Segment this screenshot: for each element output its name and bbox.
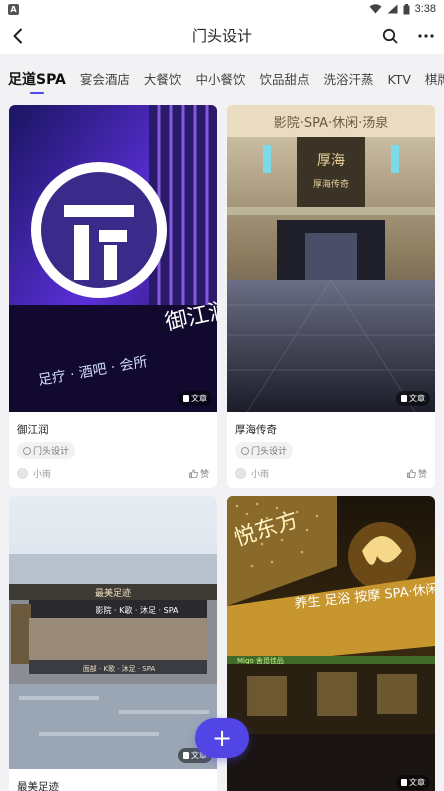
banner-lower-text: 面部 · K歌 · 沐足 · SPA — [83, 664, 156, 673]
design-card[interactable]: 最美足迹 影院 · K歌 · 沐足 · SPA 面部 · K歌 · 沐足 · S… — [9, 496, 217, 791]
wifi-icon — [369, 4, 382, 14]
document-icon — [401, 395, 407, 402]
battery-icon — [403, 3, 410, 14]
chevron-left-icon — [13, 28, 22, 44]
logo-name: 厚海传奇 — [313, 178, 349, 190]
more-dots-icon — [418, 34, 434, 38]
tab-banquet-hotel[interactable]: 宴会酒店 — [80, 60, 130, 100]
banner-text: 影院 · K歌 · 沐足 · SPA — [96, 605, 180, 615]
signal-icon — [387, 4, 398, 14]
author-name[interactable]: 小雨 — [251, 467, 269, 480]
card-title: 御江润 — [17, 424, 49, 436]
clock: 3:38 — [414, 3, 436, 15]
sign-text: 最美足迹 — [95, 587, 131, 599]
like-button[interactable]: 赞 — [407, 467, 427, 480]
card-image: 悦东方 养生 足浴 按摩 SPA·休闲 Migo 舍觅佳品 文章 — [227, 496, 435, 791]
storefront-image: 御江润 足疗 · 酒吧 · 会所 — [9, 105, 217, 412]
avatar[interactable] — [235, 468, 246, 479]
tag-chip[interactable]: 门头设计 — [17, 442, 76, 459]
tag-icon — [23, 446, 31, 455]
card-image: 影院·SPA·休闲·汤泉 厚海 厚海传奇 文章 — [227, 105, 435, 412]
status-bar: A 3:38 — [0, 0, 444, 18]
category-tabs: 足道SPA 宴会酒店 大餐饮 中小餐饮 饮品甜点 洗浴汗蒸 KTV 棋牌 台球 — [0, 60, 444, 100]
shop-text: Migo 舍觅佳品 — [237, 656, 284, 665]
app-bar: 门头设计 — [0, 18, 444, 54]
tab-bath-sauna[interactable]: 洗浴汗蒸 — [323, 60, 373, 100]
design-card[interactable]: 影院·SPA·休闲·汤泉 厚海 厚海传奇 文章 厚海传奇 门头设计 小雨 赞 — [227, 105, 435, 488]
more-button[interactable] — [414, 24, 438, 48]
article-badge: 文章 — [178, 391, 212, 406]
logo-mark: 厚海 — [317, 153, 345, 169]
tab-chess-cards[interactable]: 棋牌 — [425, 60, 444, 100]
tag-chip[interactable]: 门头设计 — [235, 442, 294, 459]
tag-icon — [241, 446, 249, 455]
document-icon — [401, 779, 407, 786]
search-icon — [382, 28, 398, 44]
card-image: 最美足迹 影院 · K歌 · 沐足 · SPA 面部 · K歌 · 沐足 · S… — [9, 496, 217, 769]
storefront-image: 最美足迹 影院 · K歌 · 沐足 · SPA 面部 · K歌 · 沐足 · S… — [9, 496, 217, 769]
tab-foot-spa[interactable]: 足道SPA — [8, 60, 66, 100]
card-image: 御江润 足疗 · 酒吧 · 会所 文章 — [9, 105, 217, 412]
design-card[interactable]: 悦东方 养生 足浴 按摩 SPA·休闲 Migo 舍觅佳品 文章 — [227, 496, 435, 791]
tab-large-dining[interactable]: 大餐饮 — [144, 60, 182, 100]
avatar[interactable] — [17, 468, 28, 479]
design-grid: 御江润 足疗 · 酒吧 · 会所 文章 御江润 门头设计 小雨 赞 影院·SPA… — [9, 105, 435, 791]
like-button[interactable]: 赞 — [189, 467, 209, 480]
author-name[interactable]: 小雨 — [33, 467, 51, 480]
add-button[interactable]: + — [195, 718, 249, 758]
thumb-up-icon — [189, 469, 198, 478]
tab-drinks-desserts[interactable]: 饮品甜点 — [259, 60, 309, 100]
notification-icon: A — [8, 3, 19, 15]
back-button[interactable] — [6, 24, 30, 48]
storefront-image: 影院·SPA·休闲·汤泉 厚海 厚海传奇 — [227, 105, 435, 412]
card-title: 厚海传奇 — [235, 424, 277, 436]
document-icon — [183, 752, 189, 759]
design-card[interactable]: 御江润 足疗 · 酒吧 · 会所 文章 御江润 门头设计 小雨 赞 — [9, 105, 217, 488]
thumb-up-icon — [407, 469, 416, 478]
plus-icon: + — [211, 724, 233, 752]
storefront-image: 悦东方 养生 足浴 按摩 SPA·休闲 Migo 舍觅佳品 — [227, 496, 435, 791]
sign-text: 影院·SPA·休闲·汤泉 — [274, 115, 389, 131]
search-button[interactable] — [378, 24, 402, 48]
article-badge: 文章 — [396, 775, 430, 790]
tab-small-dining[interactable]: 中小餐饮 — [195, 60, 245, 100]
tab-ktv[interactable]: KTV — [387, 60, 410, 100]
document-icon — [183, 395, 189, 402]
article-badge: 文章 — [396, 391, 430, 406]
card-title: 最美足迹 — [17, 781, 59, 791]
card-footer: 小雨 赞 — [9, 459, 217, 488]
tab-indicator — [29, 92, 44, 94]
card-footer: 小雨 赞 — [227, 459, 435, 488]
